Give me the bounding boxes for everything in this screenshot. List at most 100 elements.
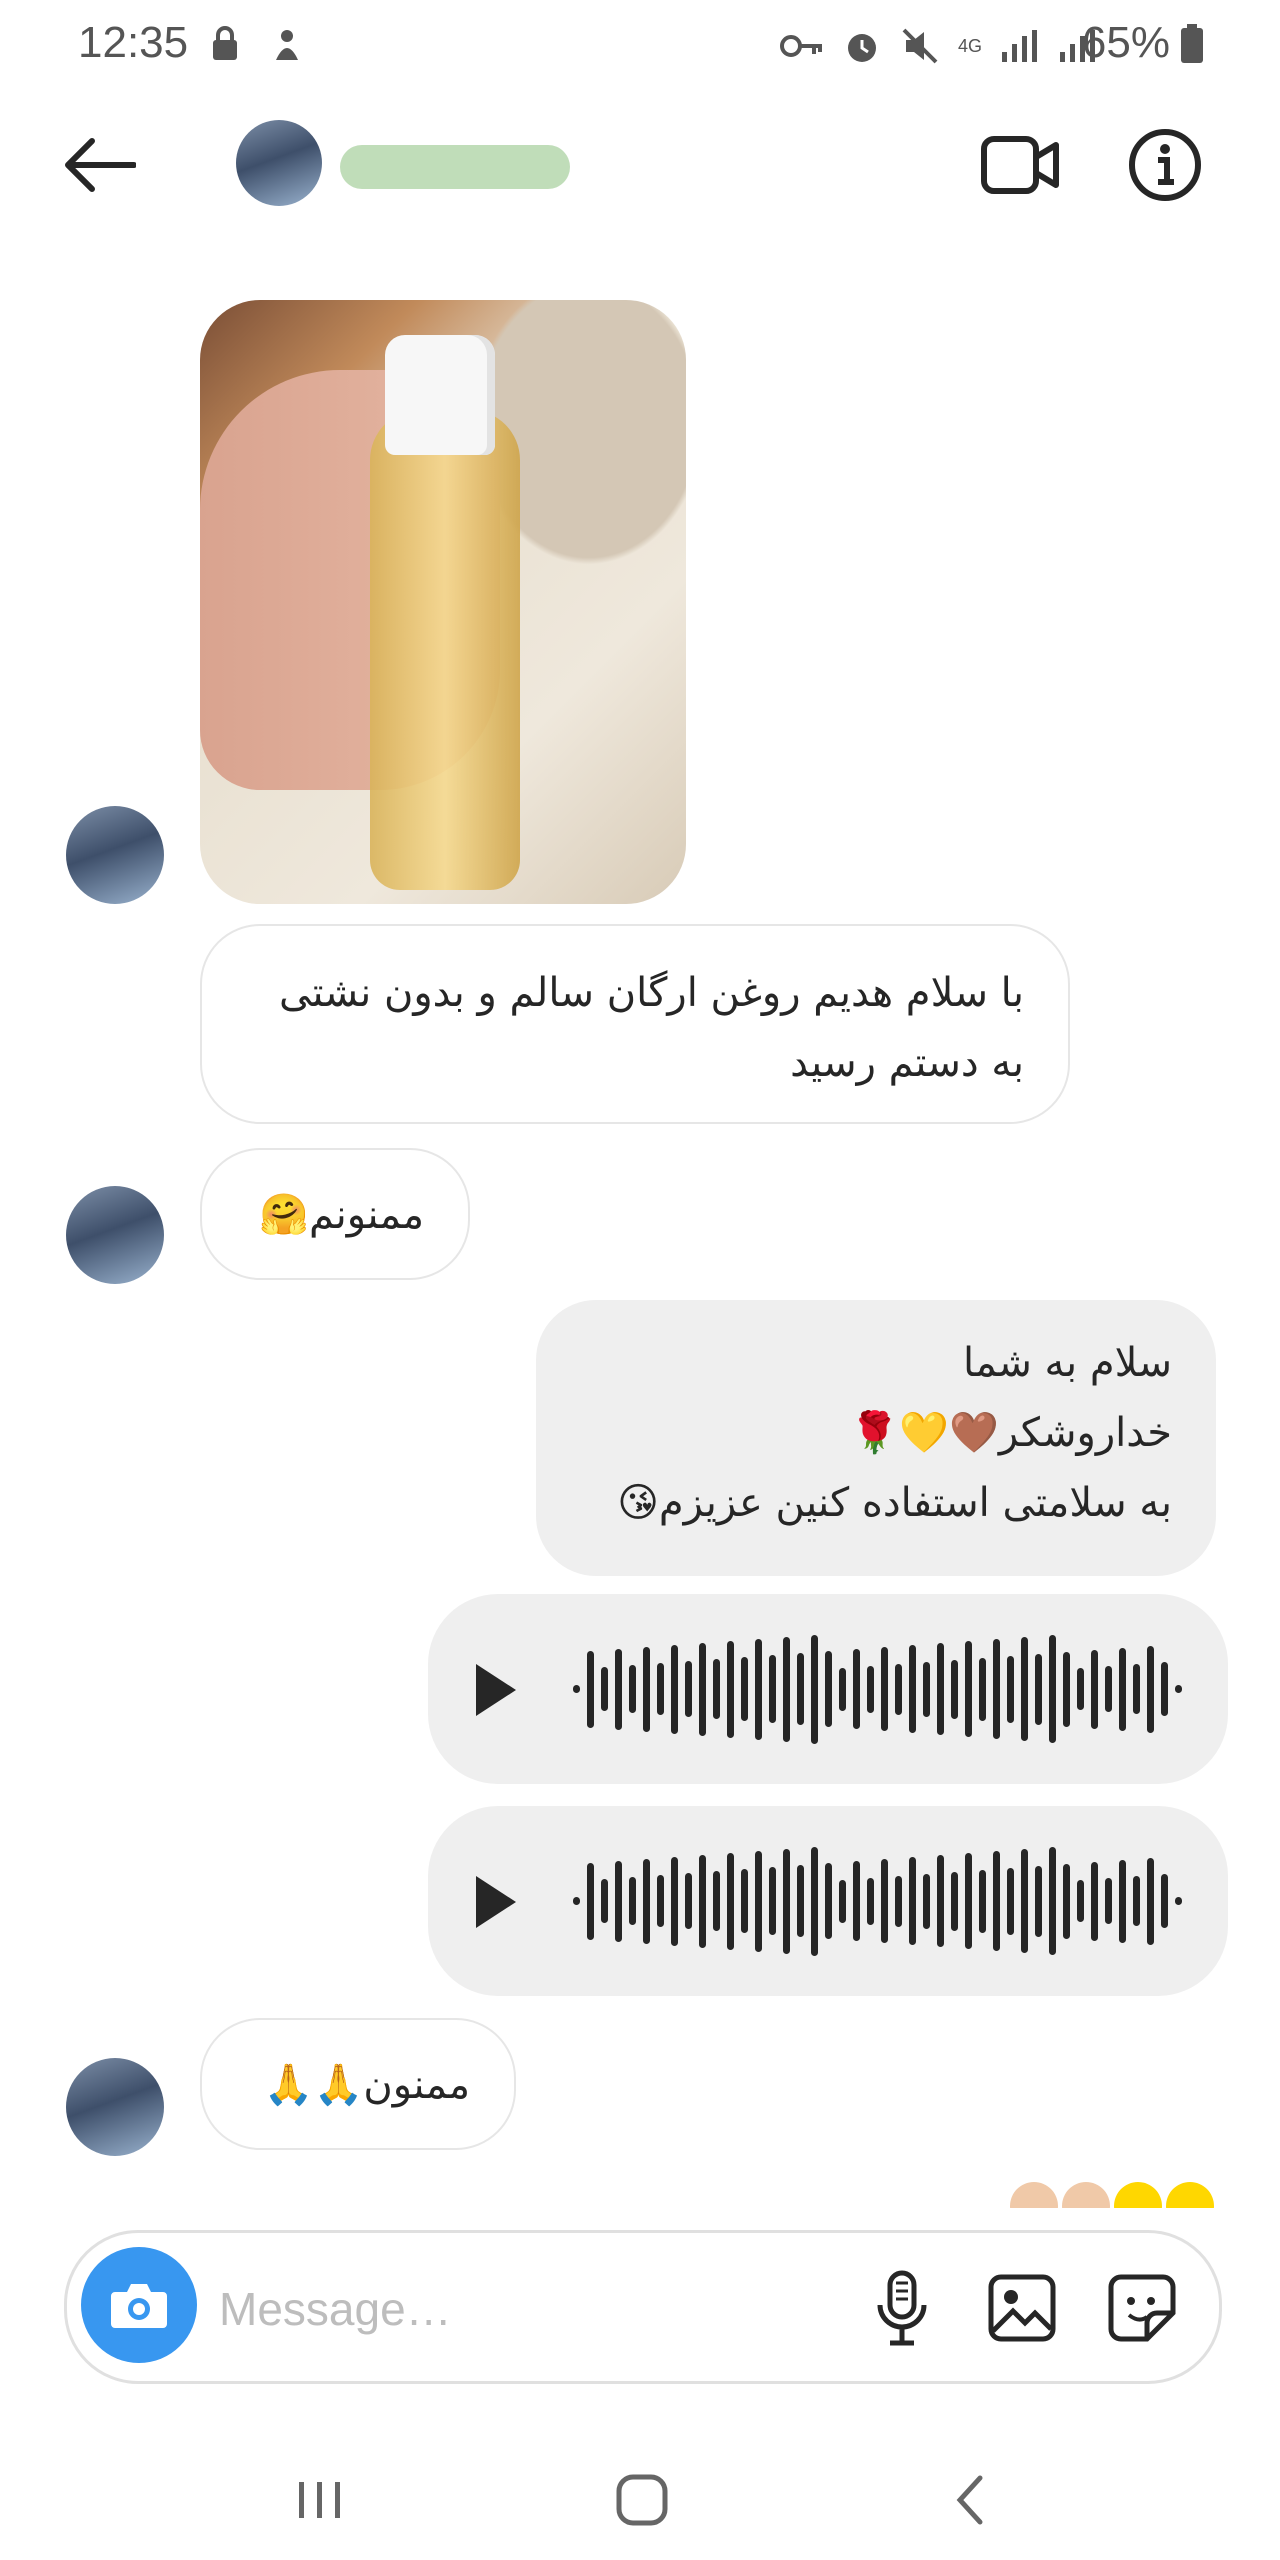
sender-avatar[interactable] [66, 2058, 164, 2156]
camera-button[interactable] [81, 2247, 197, 2363]
gallery-button[interactable] [977, 2263, 1067, 2353]
recent-apps-icon [299, 2482, 340, 2518]
gallery-icon [988, 2274, 1056, 2342]
waveform-bar [601, 1879, 608, 1923]
back-nav-button[interactable] [910, 2450, 1030, 2550]
contact-avatar[interactable] [236, 120, 322, 206]
message-text: به سلامتی استفاده کنین عزیزم😘 [617, 1480, 1172, 1526]
waveform-bar [657, 1875, 664, 1927]
waveform-bar [1133, 1876, 1140, 1926]
waveform-bar [937, 1855, 944, 1947]
waveform-bar [629, 1877, 636, 1925]
waveform-bar [965, 1641, 972, 1737]
waveform-bar [615, 1860, 622, 1942]
waveform-bar [671, 1856, 678, 1946]
notification-icon [270, 26, 304, 62]
waveform-bar [643, 1858, 650, 1944]
waveform [573, 1634, 1193, 1744]
play-icon[interactable] [476, 1876, 516, 1928]
mute-icon [902, 28, 938, 64]
voice-message[interactable] [428, 1594, 1228, 1784]
waveform-bar [615, 1648, 622, 1730]
waveform-bar [825, 1863, 832, 1939]
waveform-bar [727, 1852, 734, 1950]
sticker-button[interactable] [1097, 2263, 1187, 2353]
waveform-bar [839, 1667, 846, 1711]
home-icon [616, 2474, 668, 2526]
waveform-bar [699, 1854, 706, 1948]
lock-icon [210, 26, 240, 62]
recent-apps-button[interactable] [260, 2450, 380, 2550]
message-bubble[interactable]: ممنون🙏🙏 [200, 2018, 516, 2150]
message-text: ممنون🙏🙏 [263, 2062, 470, 2108]
waveform-bar [1147, 1645, 1154, 1733]
voice-message[interactable] [428, 1806, 1228, 1996]
waveform-bar [713, 1871, 720, 1931]
waveform-bar [699, 1642, 706, 1736]
waveform-bar [881, 1647, 888, 1731]
waveform-bar [867, 1877, 874, 1925]
info-button[interactable] [1120, 120, 1210, 210]
waveform-bar [993, 1639, 1000, 1739]
waveform-bar [671, 1644, 678, 1734]
home-button[interactable] [582, 2450, 702, 2550]
message-bubble-outgoing[interactable]: سلام به شما خداروشکر🤎💛🌹 به سلامتی استفاد… [536, 1300, 1216, 1576]
waveform-bar [965, 1853, 972, 1949]
waveform-bar [811, 1634, 818, 1744]
waveform-bar [755, 1850, 762, 1952]
back-button[interactable] [55, 120, 145, 210]
waveform-bar [741, 1869, 748, 1933]
waveform-bar [881, 1859, 888, 1943]
message-input[interactable] [217, 2263, 861, 2355]
waveform-bar [909, 1645, 916, 1733]
waveform [573, 1846, 1193, 1956]
waveform-bar [587, 1862, 594, 1940]
waveform-bar [1021, 1637, 1028, 1741]
waveform-bar [783, 1636, 790, 1742]
voice-record-button[interactable] [857, 2263, 947, 2353]
video-call-button[interactable] [975, 120, 1065, 210]
camera-icon [111, 2284, 167, 2328]
sticker-icon [1108, 2274, 1176, 2342]
sender-avatar[interactable] [66, 1186, 164, 1284]
waveform-bar [643, 1646, 650, 1732]
message-composer [64, 2230, 1222, 2384]
waveform-bar [951, 1659, 958, 1719]
waveform-bar [769, 1867, 776, 1935]
waveform-bar [895, 1663, 902, 1715]
waveform-bar [839, 1879, 846, 1923]
waveform-bar [979, 1657, 986, 1721]
waveform-bar [573, 1897, 580, 1905]
video-camera-icon [981, 136, 1059, 194]
waveform-bar [657, 1663, 664, 1715]
waveform-bar [1105, 1878, 1112, 1924]
waveform-bar [811, 1846, 818, 1956]
waveform-bar [1105, 1666, 1112, 1712]
message-text: خداروشکر🤎💛🌹 [849, 1410, 1172, 1456]
waveform-bar [797, 1653, 804, 1725]
message-bubble[interactable]: ممنونم🤗 [200, 1148, 470, 1280]
waveform-bar [629, 1665, 636, 1713]
contact-name[interactable] [340, 145, 570, 189]
waveform-bar [1077, 1880, 1084, 1922]
waveform-bar [1161, 1662, 1168, 1716]
waveform-bar [1091, 1649, 1098, 1729]
waveform-bar [797, 1865, 804, 1937]
waveform-bar [587, 1650, 594, 1728]
play-icon[interactable] [476, 1664, 516, 1716]
photo-cap [385, 335, 495, 455]
waveform-bar [1175, 1897, 1182, 1905]
waveform-bar [895, 1875, 902, 1927]
image-message[interactable] [200, 300, 686, 904]
message-bubble[interactable]: با سلام هدیم روغن ارگان سالم و بدون نشتی… [200, 924, 1070, 1124]
waveform-bar [1161, 1874, 1168, 1928]
message-text: ممنونم🤗 [259, 1192, 424, 1238]
microphone-icon [877, 2270, 927, 2346]
waveform-bar [713, 1659, 720, 1719]
message-text: به دستم رسید [790, 1040, 1024, 1086]
sender-avatar[interactable] [66, 806, 164, 904]
message-text: سلام به شما [963, 1340, 1172, 1386]
waveform-bar [741, 1657, 748, 1721]
waveform-bar [1049, 1847, 1056, 1955]
waveform-bar [979, 1869, 986, 1933]
